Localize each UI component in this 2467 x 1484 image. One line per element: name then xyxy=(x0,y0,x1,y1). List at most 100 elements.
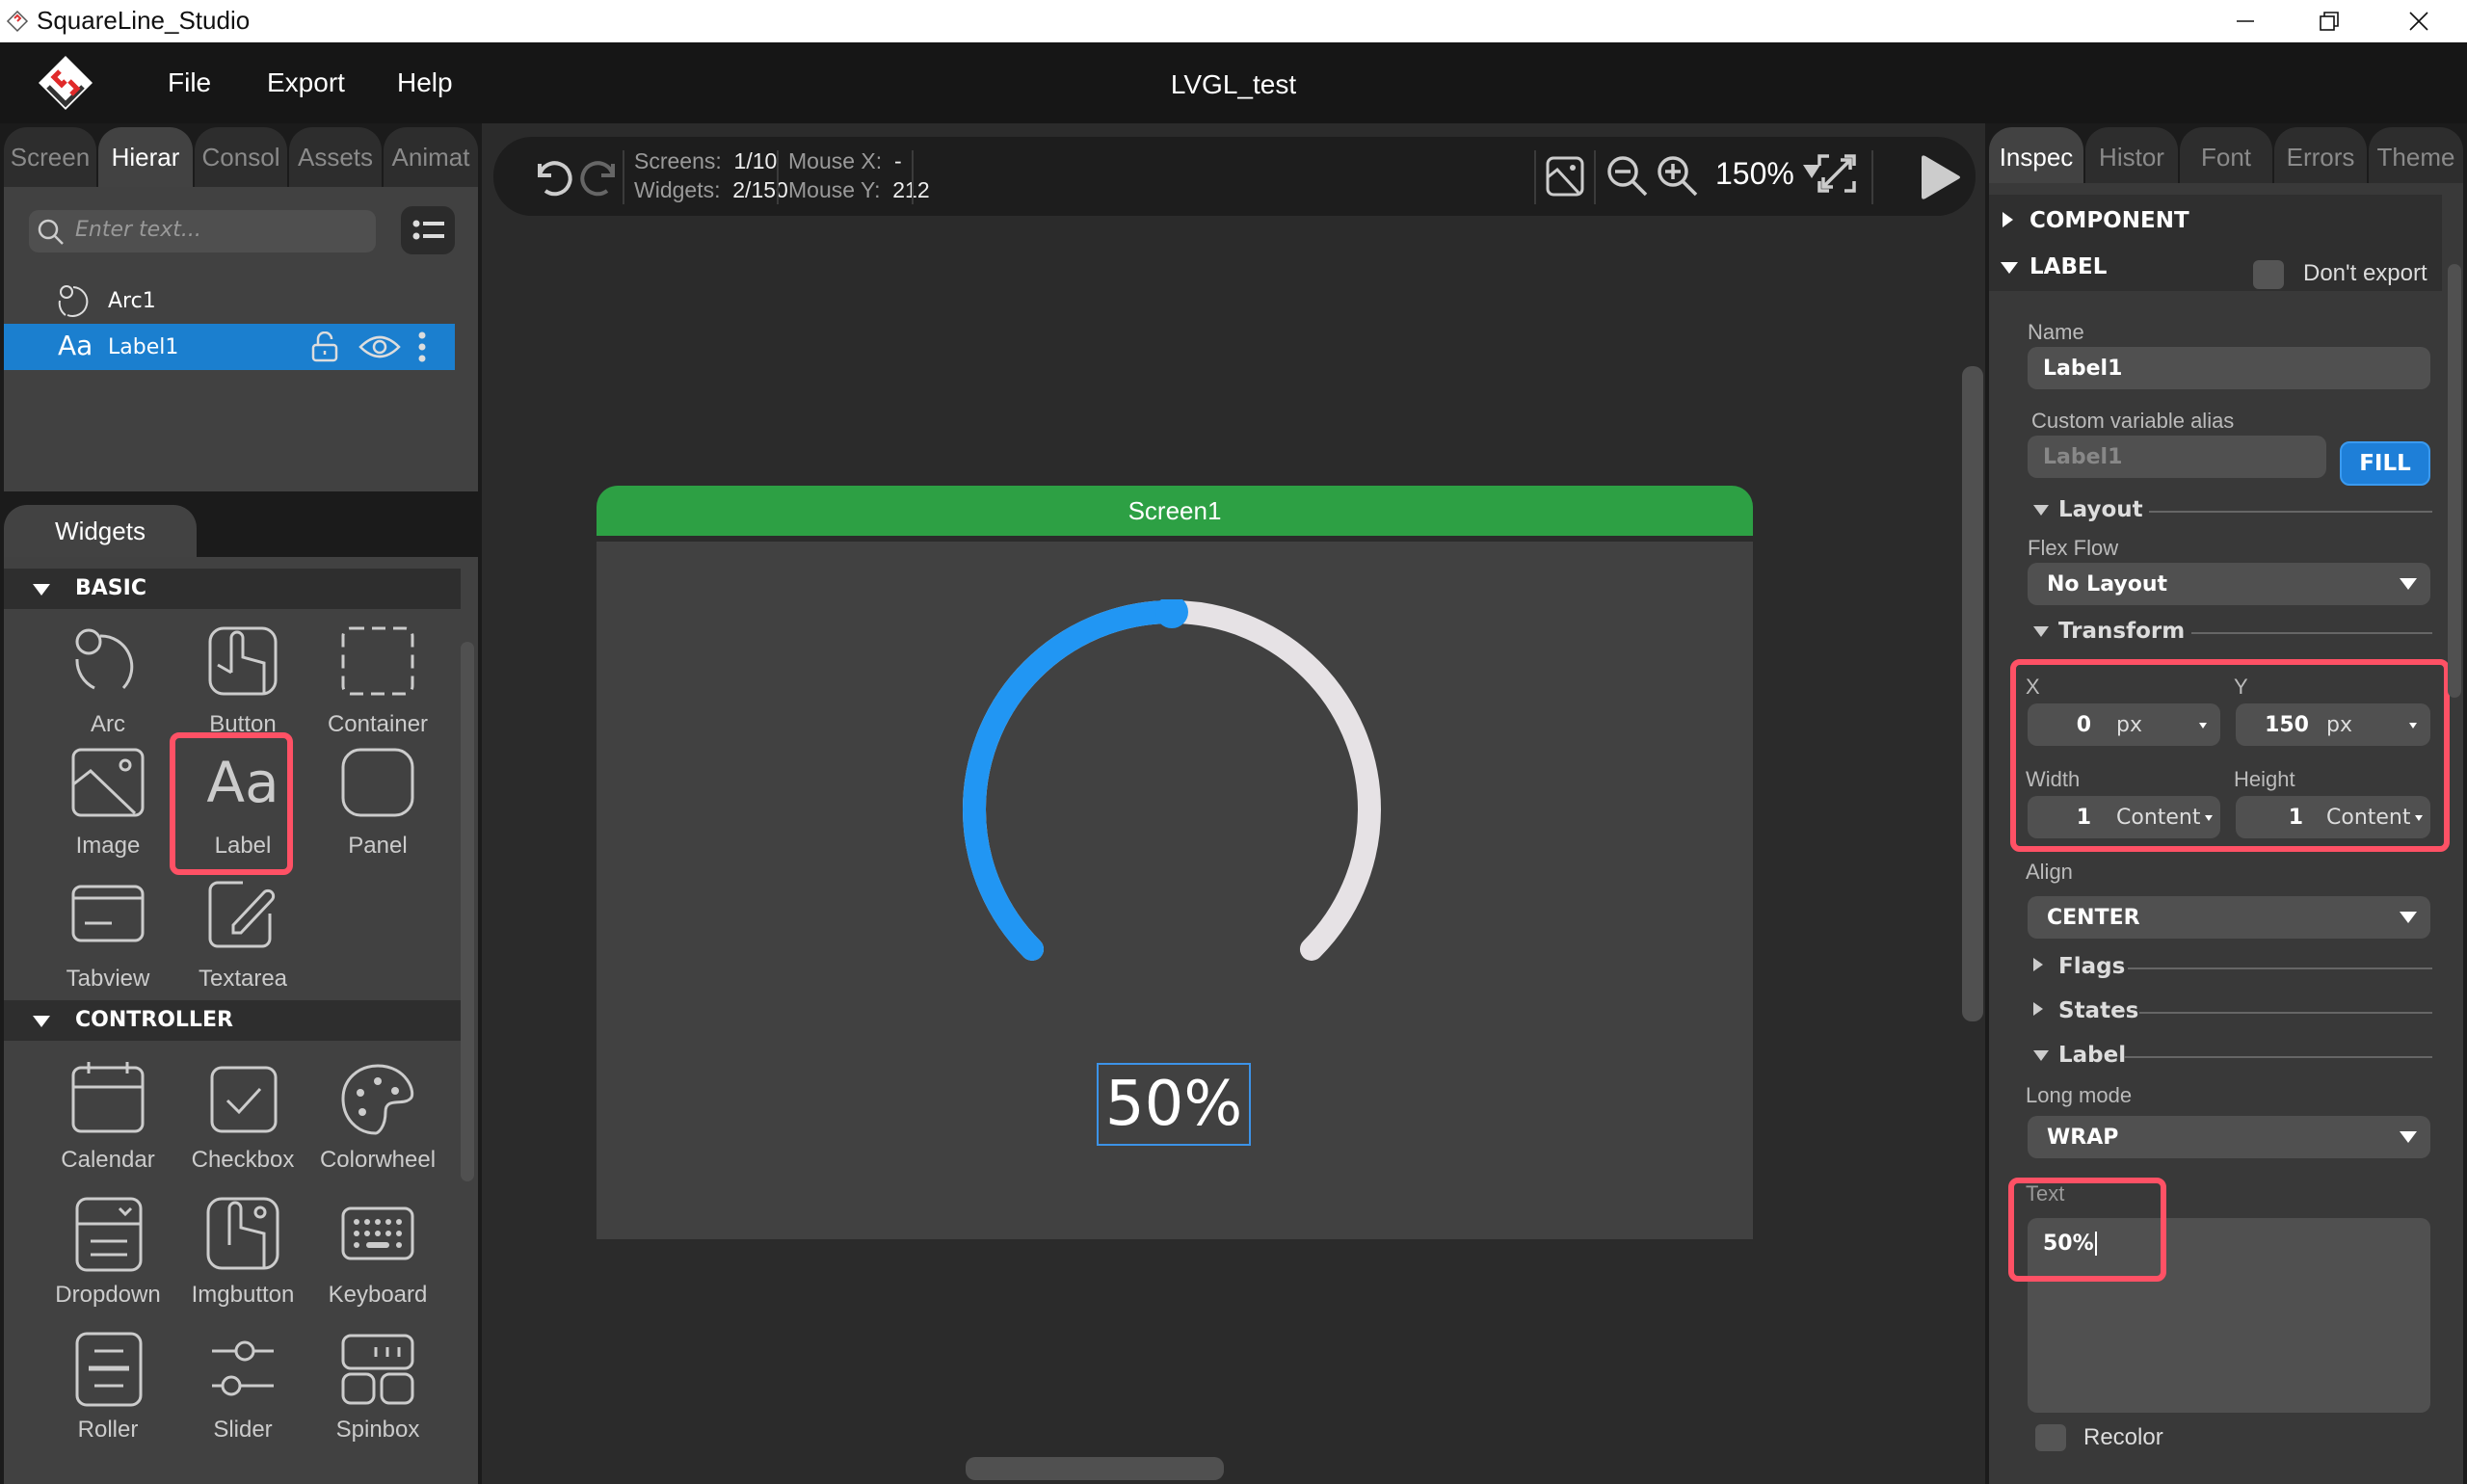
align-label: Align xyxy=(2026,860,2073,884)
widgets-tab-bar: Widgets xyxy=(4,505,197,557)
widget-textarea[interactable]: Textarea xyxy=(175,879,310,1014)
zoom-level-value: 150% xyxy=(1715,156,1794,191)
menu-file[interactable]: File xyxy=(168,67,211,98)
zoom-level-dropdown[interactable]: 150% xyxy=(1715,156,1820,192)
label-props-section-toggle[interactable]: Label xyxy=(2028,1043,2432,1072)
states-section-toggle[interactable]: States xyxy=(2028,998,2432,1027)
tab-animation[interactable]: Animat xyxy=(384,127,478,187)
alias-input[interactable]: Label1 xyxy=(2028,436,2326,478)
tab-assets[interactable]: Assets xyxy=(289,127,382,187)
widget-container[interactable]: Container xyxy=(310,624,445,759)
background-image-icon[interactable] xyxy=(1546,156,1584,197)
screen-canvas[interactable]: 50% xyxy=(597,542,1753,1239)
widget-label: Roller xyxy=(77,1417,139,1443)
label-widget-selected[interactable]: 50% xyxy=(1097,1063,1251,1146)
tab-console[interactable]: Consol xyxy=(195,127,287,187)
screen-header[interactable]: Screen1 xyxy=(597,486,1753,536)
widget-calendar[interactable]: Calendar xyxy=(40,1060,175,1195)
right-panel: Inspec Histor Font Errors Theme COMPONEN… xyxy=(1985,123,2467,1484)
dont-export-label: Don't export xyxy=(2303,260,2427,286)
minimize-icon xyxy=(2235,11,2256,32)
widget-image[interactable]: Image xyxy=(40,746,175,881)
highlight-box xyxy=(170,732,293,875)
fit-screen-icon[interactable] xyxy=(1817,154,1856,193)
search-icon xyxy=(37,218,66,247)
tab-font[interactable]: Font xyxy=(2180,127,2272,187)
component-title: COMPONENT xyxy=(2029,208,2189,233)
hierarchy-item-label1[interactable]: Aa Label1 xyxy=(4,324,455,370)
zoom-in-icon[interactable] xyxy=(1656,154,1700,199)
tab-theme[interactable]: Theme xyxy=(2369,127,2463,187)
minimize-button[interactable] xyxy=(2207,0,2284,42)
dont-export-checkbox[interactable] xyxy=(2253,260,2284,289)
widget-arc[interactable]: Arc xyxy=(40,624,175,759)
zoom-out-icon[interactable] xyxy=(1605,154,1650,199)
unlock-icon[interactable] xyxy=(310,331,339,362)
widget-label: Arc xyxy=(91,711,125,737)
list-view-button[interactable] xyxy=(401,206,455,254)
flags-section-toggle[interactable]: Flags xyxy=(2028,954,2432,983)
more-options-icon[interactable] xyxy=(418,331,426,362)
widget-colorwheel[interactable]: Colorwheel xyxy=(310,1060,445,1195)
component-section-toggle[interactable]: COMPONENT xyxy=(1999,202,2423,241)
widgets-panel: BASIC Arc Button Container Image Aa Labe… xyxy=(4,557,478,1484)
menu-help[interactable]: Help xyxy=(397,67,453,98)
toolbar-separator xyxy=(1594,150,1596,204)
close-button[interactable] xyxy=(2380,0,2457,42)
long-mode-label: Long mode xyxy=(2026,1083,2133,1107)
app-logo-small-icon xyxy=(6,10,29,33)
label-section-toggle[interactable]: LABEL xyxy=(1999,249,2240,287)
transform-section-toggle[interactable]: Transform xyxy=(2028,619,2432,648)
inspector-scrollbar[interactable] xyxy=(2448,264,2461,698)
states-title: States xyxy=(2058,998,2139,1023)
widget-checkbox[interactable]: Checkbox xyxy=(175,1060,310,1195)
fill-button[interactable]: FILL xyxy=(2340,441,2430,486)
widget-keyboard[interactable]: Keyboard xyxy=(310,1195,445,1330)
tab-history[interactable]: Histor xyxy=(2085,127,2178,187)
widget-spinbox[interactable]: Spinbox xyxy=(310,1330,445,1465)
widget-dropdown[interactable]: Dropdown xyxy=(40,1195,175,1330)
widget-label: Slider xyxy=(213,1417,273,1443)
recolor-checkbox[interactable] xyxy=(2035,1424,2066,1451)
section-title: CONTROLLER xyxy=(75,1008,233,1032)
long-mode-dropdown[interactable]: WRAP xyxy=(2028,1116,2430,1158)
redo-icon[interactable] xyxy=(576,154,624,199)
widget-slider[interactable]: Slider xyxy=(175,1330,310,1465)
section-divider xyxy=(2128,967,2432,969)
menu-export[interactable]: Export xyxy=(267,67,345,98)
slider-icon xyxy=(204,1330,281,1407)
widgets-scrollbar[interactable] xyxy=(461,642,474,1181)
canvas-horizontal-scrollbar[interactable] xyxy=(966,1457,1224,1480)
tab-errors[interactable]: Errors xyxy=(2274,127,2367,187)
undo-icon[interactable] xyxy=(528,154,576,199)
restore-button[interactable] xyxy=(2291,0,2368,42)
arc-widget[interactable] xyxy=(926,599,1418,994)
layout-section-toggle[interactable]: Layout xyxy=(2028,497,2432,526)
section-controller-header[interactable]: CONTROLLER xyxy=(4,1000,461,1041)
tab-widgets[interactable]: Widgets xyxy=(4,505,197,557)
imgbutton-icon xyxy=(204,1195,281,1272)
name-input[interactable]: Label1 xyxy=(2028,347,2430,389)
screens-label: Screens: xyxy=(634,148,722,173)
tab-screen[interactable]: Screen xyxy=(4,127,96,187)
widget-imgbutton[interactable]: Imgbutton xyxy=(175,1195,310,1330)
section-title: BASIC xyxy=(75,576,146,600)
hierarchy-item-arc1[interactable]: Arc1 xyxy=(4,278,455,324)
arc-knob[interactable] xyxy=(1155,599,1188,628)
visibility-eye-icon[interactable] xyxy=(358,333,401,360)
section-basic-header[interactable]: BASIC xyxy=(4,569,461,609)
mouse-x-readout: Mouse X: - xyxy=(788,148,902,174)
tab-inspector[interactable]: Inspec xyxy=(1989,127,2083,187)
widget-roller[interactable]: Roller xyxy=(40,1330,175,1465)
widget-label[interactable]: Aa Label xyxy=(170,732,310,881)
widget-panel[interactable]: Panel xyxy=(310,746,445,881)
tab-hierarchy[interactable]: Hierar xyxy=(98,127,193,187)
align-dropdown[interactable]: CENTER xyxy=(2028,896,2430,939)
widget-tabview[interactable]: Tabview xyxy=(40,879,175,1014)
widget-label: Spinbox xyxy=(335,1417,420,1443)
play-preview-icon[interactable] xyxy=(1918,154,1962,200)
canvas-vertical-scrollbar[interactable] xyxy=(1962,366,1983,1021)
flex-flow-dropdown[interactable]: No Layout xyxy=(2028,563,2430,605)
textarea-pencil-icon xyxy=(204,879,281,956)
hierarchy-search-input[interactable]: Enter text... xyxy=(29,210,376,252)
